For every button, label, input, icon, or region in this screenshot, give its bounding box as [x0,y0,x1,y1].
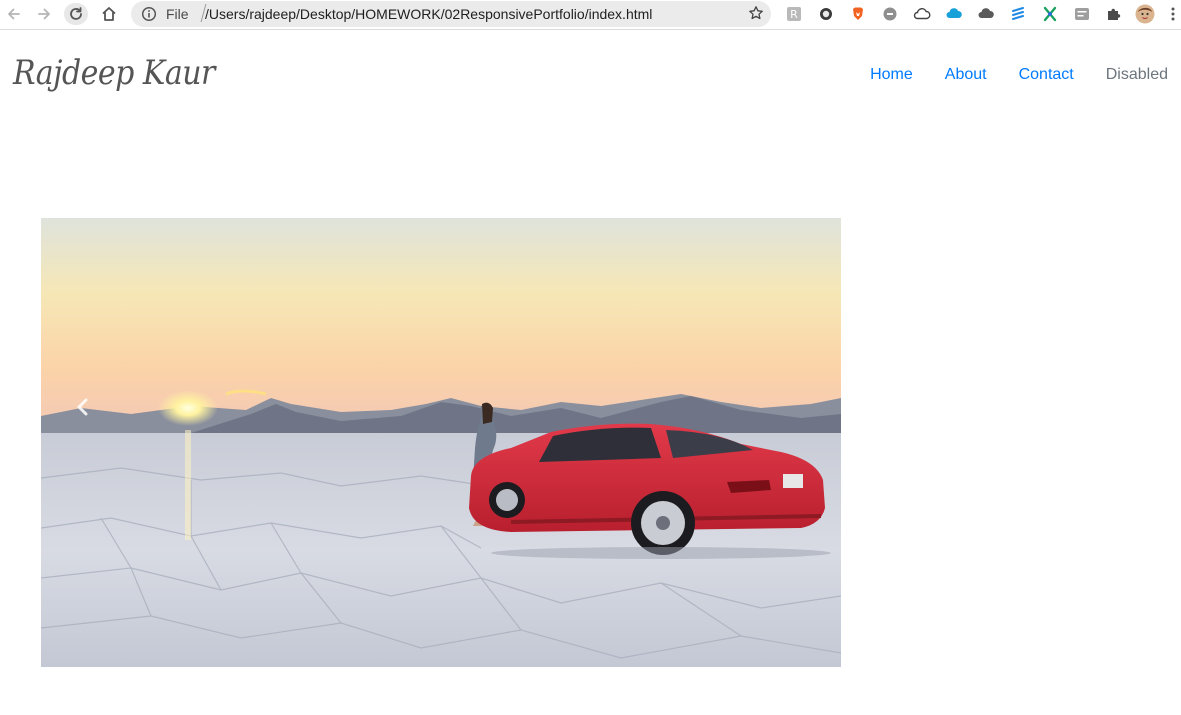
home-icon [102,7,116,21]
badge-icon [1075,8,1089,20]
cloud-blue-icon [946,8,962,18]
circle-icon [820,8,832,20]
browser-toolbar: File /Users/rajdeep/Desktop/HOMEWORK/02R… [0,0,1181,30]
brave-extension[interactable] [848,4,868,24]
home-button[interactable] [97,3,121,25]
reload-icon [70,7,82,20]
main-nav: Home About Contact Disabled [838,66,1168,84]
site-logo[interactable]: Rajdeep Kaur [13,54,215,93]
cloud-blue-extension[interactable] [944,4,964,24]
x-shape-extension[interactable] [1040,4,1060,24]
circle-extension[interactable] [816,4,836,24]
nav-contact-link[interactable]: Contact [1019,66,1074,84]
url-text[interactable]: /Users/rajdeep/Desktop/HOMEWORK/02Respon… [205,6,652,22]
badge-extension[interactable] [1072,4,1092,24]
image-carousel[interactable] [41,218,841,667]
carousel-slide-image [41,218,841,667]
reload-button[interactable] [64,3,88,25]
face-extension[interactable] [880,4,900,24]
profile-avatar[interactable] [1135,4,1155,24]
extensions-menu[interactable] [1104,4,1124,24]
stripes-extension[interactable] [1008,4,1028,24]
stripes-icon [1012,7,1024,20]
carousel-prev-button[interactable] [71,392,95,422]
cloud-outline-extension[interactable] [912,4,932,24]
back-button[interactable] [2,3,26,25]
cloud-outline-icon [913,8,931,20]
nav-disabled-link: Disabled [1105,66,1168,83]
bookmark-star-icon[interactable] [748,5,764,21]
chevron-left-icon [77,398,88,416]
menu-dots-icon [1171,7,1175,21]
nav-home-link[interactable]: Home [870,66,913,84]
forward-icon [38,8,50,20]
cloud-dark-icon [978,8,994,18]
puzzle-icon [1108,8,1121,20]
brave-icon [853,7,863,20]
browser-menu-button[interactable] [1166,4,1180,24]
svg-text:R: R [790,8,798,21]
back-icon [8,8,20,20]
profile-avatar-icon [1135,4,1155,24]
address-bar[interactable]: File /Users/rajdeep/Desktop/HOMEWORK/02R… [131,1,771,27]
info-icon[interactable] [141,6,157,22]
grammarly-extension[interactable]: R [784,4,804,24]
cloud-dark-extension[interactable] [976,4,996,24]
forward-button[interactable] [32,3,56,25]
scheme-label: File [166,6,189,22]
nav-about-link[interactable]: About [945,66,987,84]
face-icon [883,7,897,21]
grammarly-icon: R [787,7,801,21]
x-shape-icon [1043,6,1057,22]
